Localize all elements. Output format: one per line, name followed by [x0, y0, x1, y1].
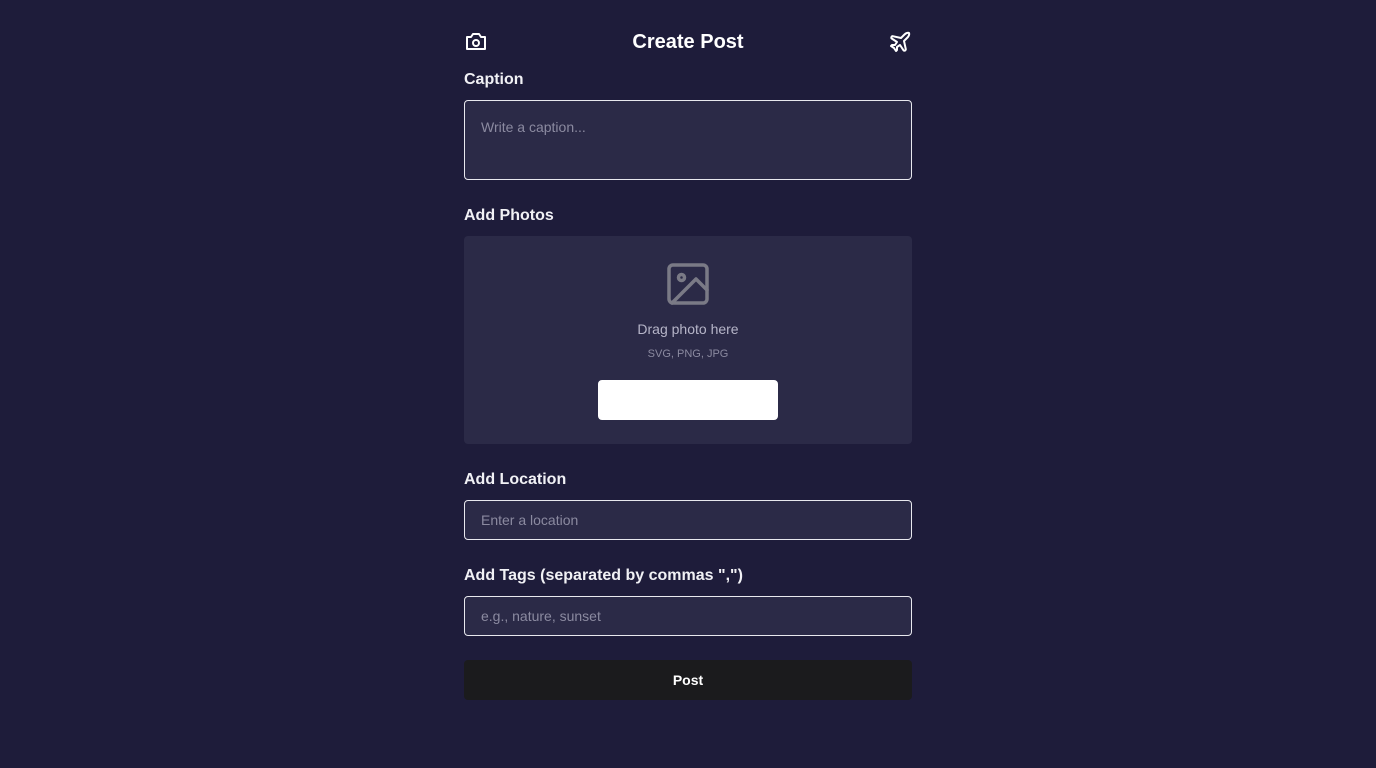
- location-input[interactable]: [464, 500, 912, 540]
- drag-photo-text: Drag photo here: [637, 321, 739, 337]
- airplane-icon[interactable]: [888, 30, 912, 54]
- file-formats-text: SVG, PNG, JPG: [647, 348, 729, 360]
- add-photos-label: Add Photos: [464, 207, 554, 224]
- photo-dropzone[interactable]: Drag photo here SVG, PNG, JPG: [464, 236, 912, 444]
- caption-label: Caption: [464, 71, 524, 88]
- add-location-label: Add Location: [464, 471, 567, 488]
- header: Create Post: [464, 0, 912, 84]
- add-tags-label: Add Tags (separated by commas ","): [464, 567, 743, 584]
- create-post-form: Create Post Caption Add Photos Drag phot…: [464, 0, 912, 700]
- tags-input[interactable]: [464, 596, 912, 636]
- caption-input[interactable]: [464, 100, 912, 180]
- select-photo-button[interactable]: [598, 380, 778, 420]
- image-icon: [667, 263, 709, 305]
- post-button[interactable]: Post: [464, 660, 912, 700]
- page-title: Create Post: [632, 31, 744, 53]
